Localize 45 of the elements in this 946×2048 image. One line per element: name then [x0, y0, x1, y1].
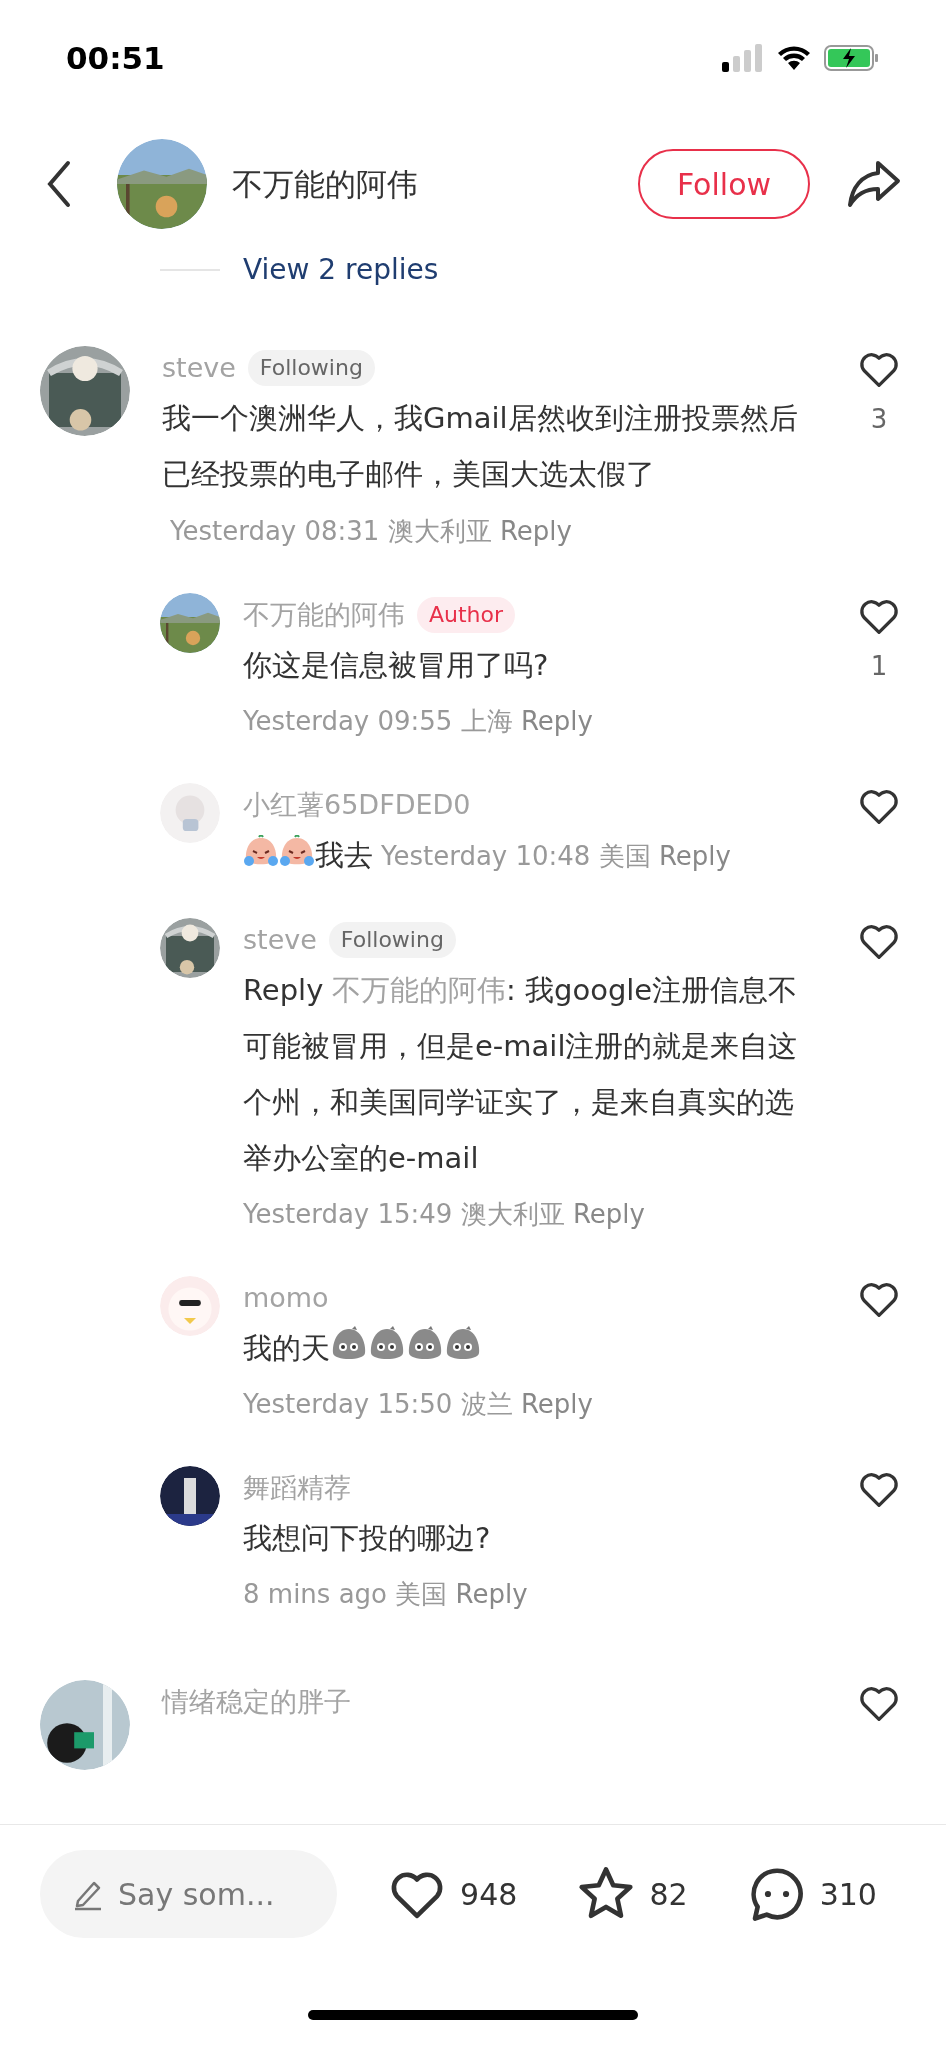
- user-tag: Following: [247, 350, 375, 386]
- crying-sticker-icon: [279, 835, 315, 869]
- collect-total: 82: [649, 1875, 688, 1914]
- comment-meta: Yesterday 15:50 波兰 Reply: [243, 1388, 594, 1421]
- comment-meta: Yesterday 10:48 美国 Reply: [381, 840, 731, 873]
- user-tag: Following: [328, 922, 456, 958]
- user-name[interactable]: 不万能的阿伟: [243, 594, 405, 636]
- signal-icon: [722, 44, 764, 72]
- like-count: 3: [870, 403, 888, 436]
- like-total: 948: [460, 1875, 518, 1914]
- comment-text: Reply 不万能的阿伟: 我google注册信息不可能被冒用，但是e-mail注册的就是来自这个州，和美国同学证实了，是来自真实的选举办公室的e-mail: [243, 972, 799, 1177]
- user-name[interactable]: 情绪稳定的胖子: [162, 1681, 351, 1723]
- user-name[interactable]: 舞蹈精荐: [243, 1467, 351, 1509]
- reply-link[interactable]: Reply: [572, 1199, 645, 1229]
- reply-link[interactable]: Reply: [658, 841, 731, 871]
- user-name[interactable]: 小红薯65DFDED0: [243, 784, 471, 826]
- comment-meta: 8 mins ago 美国 Reply: [243, 1578, 529, 1611]
- comment-meta: Yesterday 15:49 澳大利亚 Reply: [243, 1198, 646, 1231]
- author-name[interactable]: 不万能的阿伟: [232, 160, 418, 208]
- comment-meta: Yesterday 09:55 上海 Reply: [243, 705, 594, 738]
- comment-text: 我的天: [243, 1320, 858, 1376]
- input-placeholder: Say som...: [118, 1875, 275, 1914]
- view-replies-link[interactable]: View 2 replies: [243, 255, 439, 285]
- user-name[interactable]: steve: [243, 919, 317, 961]
- crying-sticker-icon: [243, 835, 279, 869]
- user-tag: Author: [417, 597, 516, 633]
- comment-total: 310: [819, 1875, 877, 1914]
- wifi-icon: [776, 44, 812, 72]
- reply-link[interactable]: Reply: [455, 1579, 528, 1609]
- comment-text: 我去 Yesterday 10:48 美国 Reply: [243, 827, 858, 884]
- comment-text: 我想问下投的哪边?: [243, 1520, 492, 1557]
- reply-link[interactable]: Reply: [520, 1389, 593, 1419]
- status-time: 00:51: [66, 38, 165, 78]
- comment-meta: Yesterday 08:31 澳大利亚 Reply: [170, 515, 572, 548]
- like-count: 1: [870, 650, 888, 683]
- battery-icon: [824, 44, 880, 72]
- user-name[interactable]: steve: [162, 347, 236, 389]
- share-icon[interactable]: [846, 159, 902, 209]
- comment-text: 你这是信息被冒用了吗?: [243, 647, 550, 684]
- reply-link[interactable]: Reply: [499, 516, 572, 546]
- comment-text: 我一个澳洲华人，我Gmail居然收到注册投票然后已经投票的电子邮件，美国大选太假了 Yesterday 08:31 澳大利亚 Reply: [162, 390, 858, 559]
- reply-link[interactable]: Reply: [520, 706, 593, 736]
- user-name[interactable]: momo: [243, 1277, 329, 1319]
- follow-button[interactable]: Follow: [638, 149, 810, 219]
- comment-input[interactable]: Say som...: [40, 1850, 337, 1938]
